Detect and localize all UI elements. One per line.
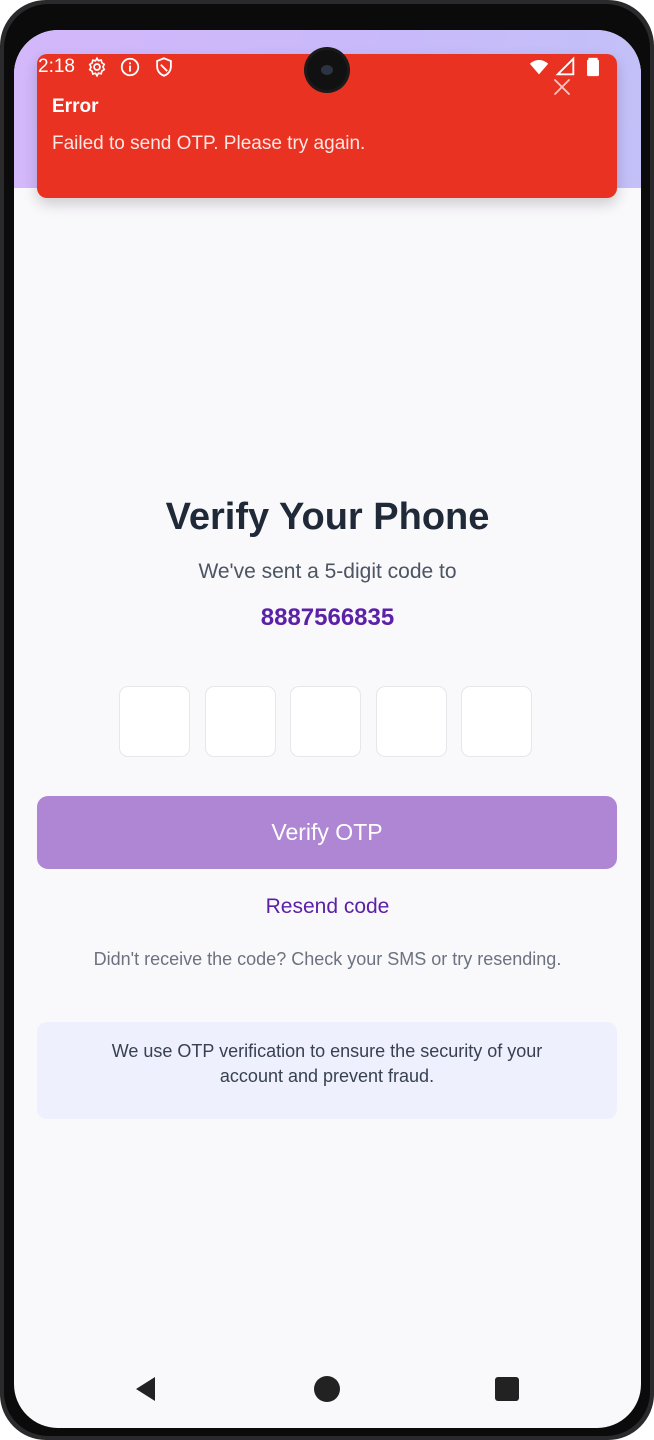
system-nav-bar (14, 1360, 641, 1420)
signal-icon (555, 56, 575, 76)
front-camera (307, 50, 347, 90)
help-text: Didn't receive the code? Check your SMS … (93, 949, 562, 969)
resend-code-link[interactable]: Resend code (14, 895, 641, 919)
recents-icon[interactable] (492, 1374, 522, 1404)
otp-input-row (119, 686, 539, 760)
otp-digit-2[interactable] (204, 686, 276, 757)
shield-icon (156, 57, 172, 77)
otp-digit-1[interactable] (119, 686, 190, 757)
back-icon[interactable] (131, 1374, 161, 1404)
subtitle: We've sent a 5-digit code to (198, 560, 457, 583)
toast-message: Failed to send OTP. Please try again. (52, 133, 366, 154)
info-icon (120, 57, 140, 77)
device-bezel: 2:18 Error Failed to send OTP. Please tr… (4, 4, 650, 1436)
battery-icon (587, 57, 599, 77)
status-time: 2:18 (38, 56, 75, 77)
gear-icon (88, 56, 106, 78)
phone-number: 8887566835 (260, 604, 395, 631)
wifi-icon (529, 60, 549, 75)
otp-digit-3[interactable] (290, 686, 361, 757)
device-frame: 2:18 Error Failed to send OTP. Please tr… (0, 0, 654, 1440)
otp-digit-4[interactable] (375, 686, 447, 757)
security-info-text: We use OTP verification to ensure the se… (111, 1041, 543, 1086)
screen: 2:18 Error Failed to send OTP. Please tr… (14, 30, 641, 1428)
otp-digit-5[interactable] (461, 686, 532, 757)
verify-otp-button[interactable]: Verify OTP (37, 796, 617, 869)
page-title: Verify Your Phone (165, 496, 490, 538)
home-icon[interactable] (312, 1374, 342, 1404)
security-info-box: We use OTP verification to ensure the se… (37, 1022, 617, 1119)
